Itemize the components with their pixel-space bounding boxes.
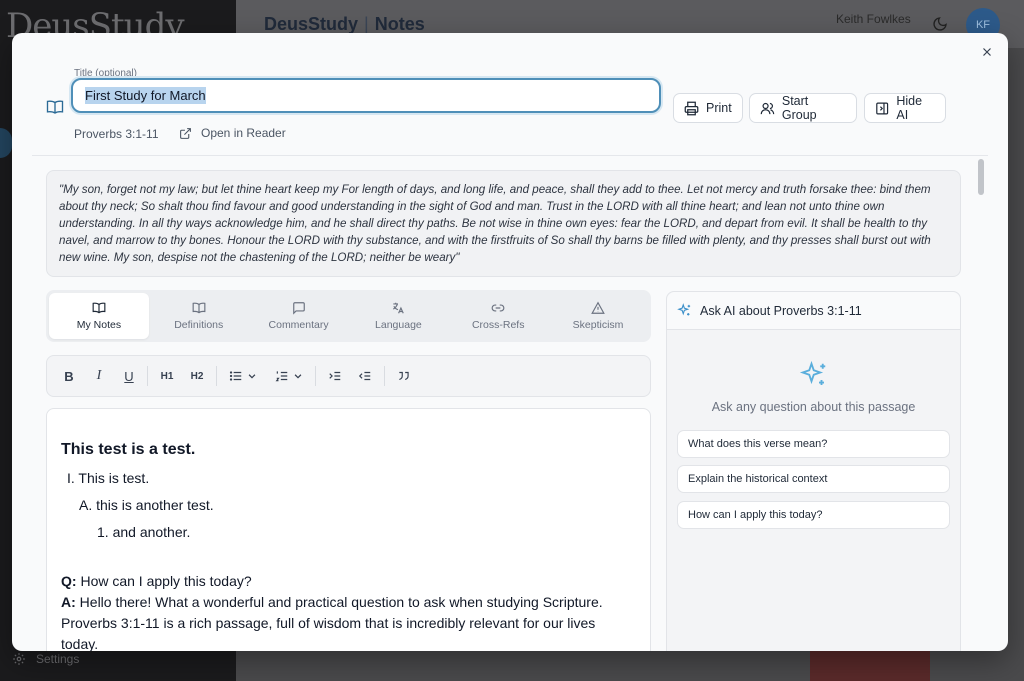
outdent-icon [358,371,371,381]
heading1-button[interactable]: H1 [156,363,178,389]
list-item: A. this is another test. [79,497,214,513]
italic-button[interactable]: I [89,363,109,389]
book-open-icon [92,302,106,314]
underline-button[interactable]: U [119,363,139,389]
alert-triangle-icon [591,301,605,314]
numbered-list-icon [275,371,288,382]
editor-toolbar: B I U H1 H2 [46,355,651,397]
ai-panel-header: Ask AI about Proverbs 3:1-11 [667,292,960,330]
ai-panel: Ask AI about Proverbs 3:1-11 Ask any que… [666,291,961,651]
toolbar-divider [216,366,217,386]
panel-right-icon [876,102,889,114]
book-open-icon [46,100,64,114]
sparkles-icon [799,360,826,385]
chevron-down-icon [294,374,302,379]
start-group-button[interactable]: Start Group [749,93,857,123]
editor-answer: A: Hello there! What a wonderful and pra… [61,594,603,651]
editor-question: Q: How can I apply this today? [61,573,252,589]
ai-suggestion-button[interactable]: What does this verse mean? [677,430,950,458]
background-page-title: DeusStudy | Notes [264,14,425,34]
tab-commentary[interactable]: Commentary [249,293,349,339]
users-icon [760,102,775,114]
indent-button[interactable] [324,363,346,389]
passage-text: "My son, forget not my law; but let thin… [46,170,961,277]
outdent-button[interactable] [354,363,376,389]
ai-suggestion-button[interactable]: Explain the historical context [677,465,950,493]
toolbar-divider [147,366,148,386]
link-icon [491,304,505,312]
study-modal: Title (optional) First Study for March P… [12,33,1008,651]
heading2-button[interactable]: H2 [186,363,208,389]
toolbar-divider [384,366,385,386]
ai-hint: Ask any question about this passage [711,400,916,414]
indent-icon [329,371,341,381]
message-square-icon [292,302,305,315]
tab-definitions[interactable]: Definitions [149,293,249,339]
editor-heading: This test is a test. [61,441,196,458]
tab-language[interactable]: Language [348,293,448,339]
ai-suggestion-button[interactable]: How can I apply this today? [677,501,950,529]
notes-editor[interactable]: This test is a test. I. This is test. A.… [46,408,651,651]
close-icon [983,48,991,56]
gear-icon [13,653,25,665]
title-input-value: First Study for March [85,87,206,104]
hide-ai-button[interactable]: Hide AI [864,93,946,123]
passage-reference: Proverbs 3:1-11 [74,127,159,141]
languages-icon [393,302,405,314]
blockquote-button[interactable] [393,363,415,389]
numbered-list-button[interactable] [271,363,307,389]
background-settings: Settings [12,652,79,666]
book-icon [192,302,206,314]
bullet-list-button[interactable] [225,363,261,389]
scrollbar-thumb[interactable] [978,159,984,195]
bullet-list-icon [229,371,242,381]
bold-button[interactable]: B [59,363,79,389]
printer-icon [684,101,699,115]
list-item: 1. and another. [97,524,191,540]
close-button[interactable] [978,43,996,61]
external-link-icon [180,127,191,139]
list-item: I. This is test. [67,470,150,486]
background-image-fragment [810,650,930,681]
title-input[interactable]: First Study for March [71,78,661,113]
scrollbar[interactable] [978,157,986,651]
chevron-down-icon [248,374,256,379]
print-button[interactable]: Print [673,93,743,123]
header-divider [32,155,988,156]
tab-skepticism[interactable]: Skepticism [548,293,648,339]
sparkles-icon [677,303,691,316]
tab-my-notes[interactable]: My Notes [49,293,149,339]
background-user-name: Keith Fowlkes [836,12,911,26]
study-tabs: My Notes Definitions Commentary Language… [46,290,651,342]
quote-icon [399,371,409,381]
moon-icon [933,17,947,31]
tab-cross-refs[interactable]: Cross-Refs [448,293,548,339]
toolbar-divider [315,366,316,386]
open-in-reader-link[interactable]: Open in Reader [179,126,286,140]
